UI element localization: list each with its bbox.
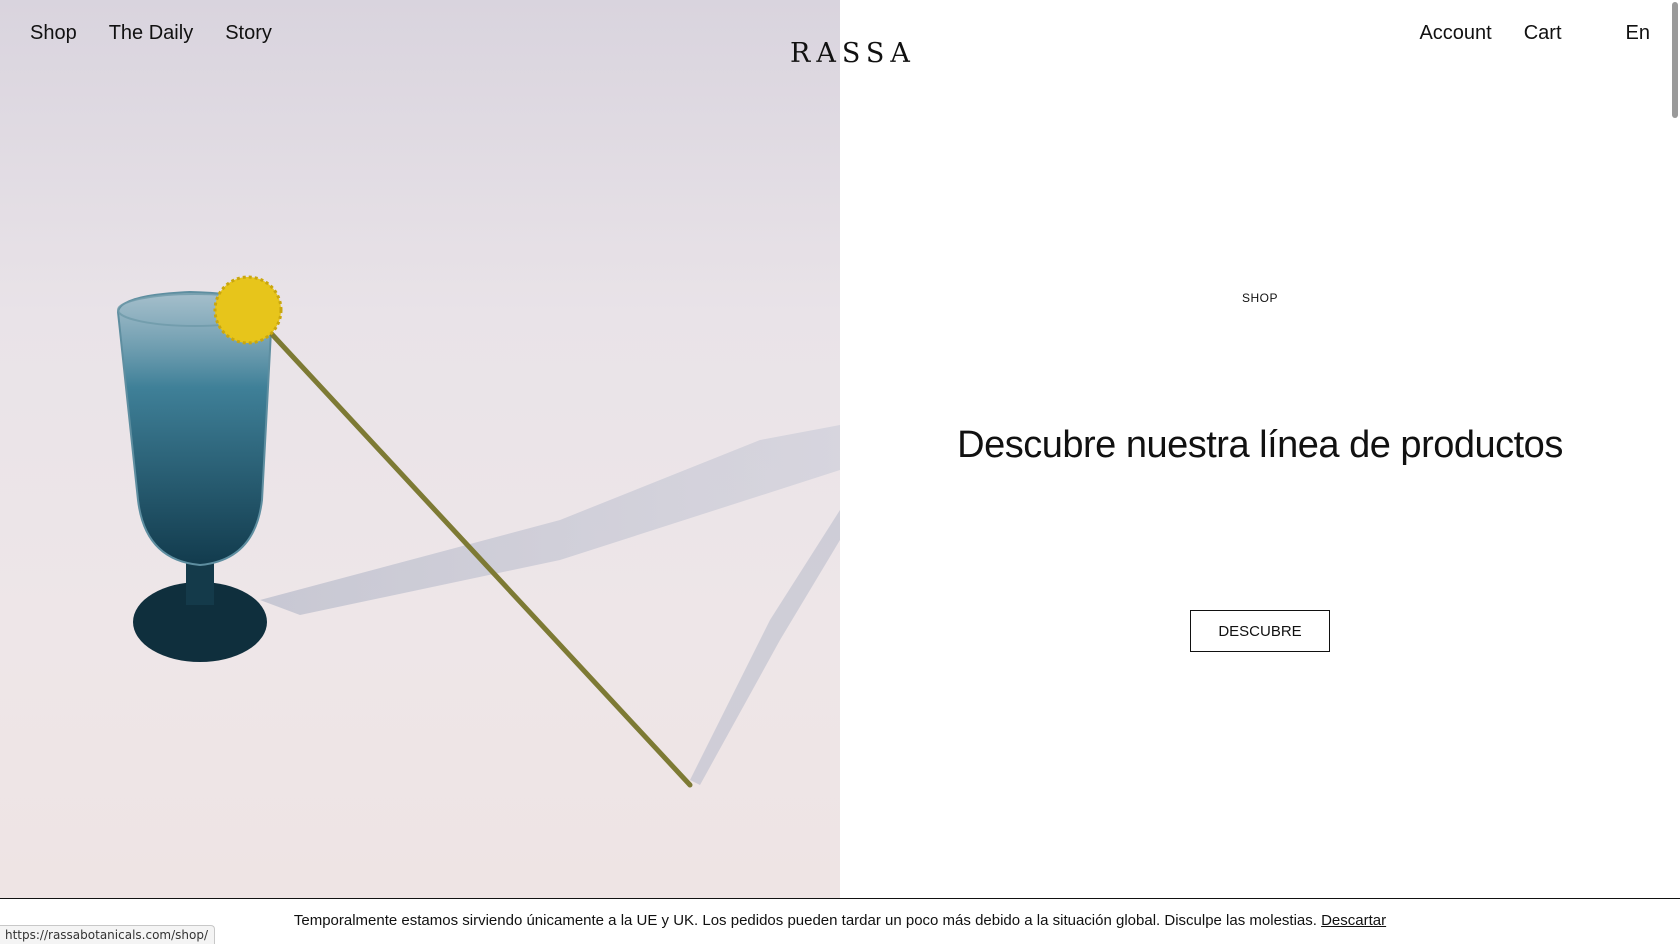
glass-with-yellow-flower-image [116, 275, 840, 788]
discover-button[interactable]: DESCUBRE [1190, 610, 1330, 652]
main-nav: Shop The Daily Story [30, 22, 272, 45]
shipping-notice-bar: Temporalmente estamos sirviendo únicamen… [0, 898, 1680, 947]
section-eyebrow: SHOP [1241, 291, 1278, 305]
scrollbar-thumb[interactable] [1672, 2, 1678, 118]
notice-text: Temporalmente estamos sirviendo únicamen… [293, 912, 1317, 929]
language-switcher[interactable]: En [1626, 22, 1650, 45]
status-url-tooltip: https://rassabotanicals.com/shop/ [0, 925, 215, 944]
utility-nav: Account Cart En [1419, 22, 1650, 45]
cart-link[interactable]: Cart [1524, 22, 1562, 45]
brand-logo[interactable]: RASSA [790, 38, 916, 69]
nav-item-shop[interactable]: Shop [30, 22, 77, 45]
hero-image [0, 0, 840, 898]
account-link[interactable]: Account [1419, 22, 1491, 45]
nav-item-the-daily[interactable]: The Daily [109, 22, 193, 45]
hero-headline: Descubre nuestra línea de productos [957, 424, 1563, 466]
page: SHOP Descubre nuestra línea de productos… [0, 0, 1680, 947]
dismiss-link[interactable]: Descartar [1321, 912, 1386, 929]
hero-content: SHOP Descubre nuestra línea de productos… [840, 0, 1680, 898]
nav-item-story[interactable]: Story [225, 22, 272, 45]
scrollbar[interactable] [1670, 0, 1680, 898]
